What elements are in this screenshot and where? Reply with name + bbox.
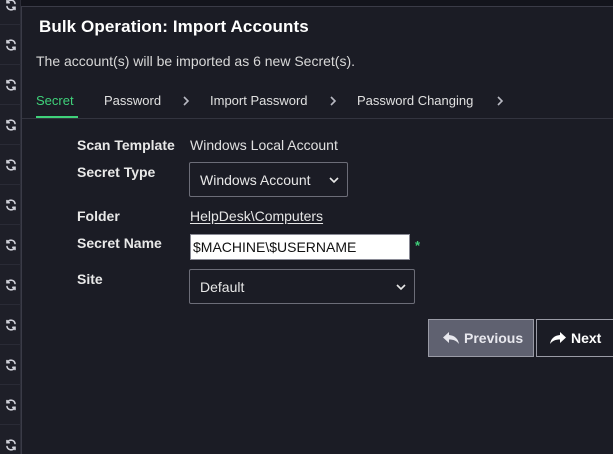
active-tab-indicator (36, 116, 78, 118)
next-button-label: Next (571, 330, 602, 346)
tab-password-changing[interactable]: Password Changing (357, 93, 473, 108)
rail-refresh-button[interactable] (0, 265, 21, 305)
rail-refresh-button[interactable] (0, 65, 21, 105)
tab-secret[interactable]: Secret (36, 93, 74, 108)
folder-label: Folder (77, 208, 120, 224)
secret-name-input[interactable]: $MACHINE\$USERNAME (190, 234, 410, 260)
refresh-icon (5, 439, 16, 451)
secret-type-selected-value: Windows Account (200, 171, 311, 188)
refresh-icon (5, 158, 16, 171)
previous-button[interactable]: Previous (428, 319, 534, 357)
refresh-icon (5, 78, 16, 91)
site-selected-value: Default (200, 278, 245, 295)
refresh-icon (5, 118, 16, 131)
required-marker: * (415, 238, 421, 253)
left-rail (0, 0, 21, 454)
rail-refresh-button[interactable] (0, 385, 21, 425)
secret-name-input-value: $MACHINE\$USERNAME (193, 239, 357, 255)
refresh-icon (5, 198, 16, 211)
rail-refresh-button[interactable] (0, 305, 21, 345)
secret-type-label: Secret Type (77, 164, 156, 180)
secret-name-label: Secret Name (77, 235, 162, 251)
redo-arrow-icon (550, 332, 566, 344)
site-label: Site (77, 271, 103, 287)
refresh-icon (5, 278, 16, 291)
tab-import-password[interactable]: Import Password (210, 93, 308, 108)
folder-link[interactable]: HelpDesk\Computers (190, 208, 323, 224)
chevron-down-icon (329, 176, 339, 183)
refresh-icon (5, 0, 16, 11)
secret-type-select[interactable]: Windows Account (189, 162, 348, 197)
rail-refresh-button[interactable] (0, 185, 21, 225)
dialog-subtitle: The account(s) will be imported as 6 new… (36, 53, 356, 69)
chevron-right-icon (330, 96, 337, 106)
previous-button-label: Previous (464, 330, 524, 346)
refresh-icon (5, 318, 16, 331)
rail-refresh-button[interactable] (0, 145, 21, 185)
refresh-icon (5, 38, 16, 51)
rail-refresh-button[interactable] (0, 225, 21, 265)
rail-refresh-button[interactable] (0, 345, 21, 385)
refresh-icon (5, 358, 16, 371)
next-button[interactable]: Next (536, 319, 613, 357)
wizard-tabs: Secret Password Import Password Password… (22, 89, 613, 119)
undo-arrow-icon (443, 332, 459, 344)
scan-template-label: Scan Template (77, 137, 175, 153)
import-accounts-dialog: Bulk Operation: Import Accounts The acco… (21, 6, 613, 454)
rail-refresh-button[interactable] (0, 25, 21, 65)
rail-refresh-button[interactable] (0, 0, 21, 25)
chevron-right-icon (497, 96, 504, 106)
chevron-down-icon (396, 283, 406, 290)
rail-refresh-button[interactable] (0, 105, 21, 145)
rail-refresh-button[interactable] (0, 425, 21, 454)
dialog-title: Bulk Operation: Import Accounts (39, 17, 309, 36)
tab-password[interactable]: Password (104, 93, 161, 108)
site-select[interactable]: Default (189, 269, 415, 304)
chevron-right-icon (183, 96, 190, 106)
refresh-icon (5, 238, 16, 251)
refresh-icon (5, 398, 16, 411)
scan-template-value: Windows Local Account (190, 137, 338, 153)
